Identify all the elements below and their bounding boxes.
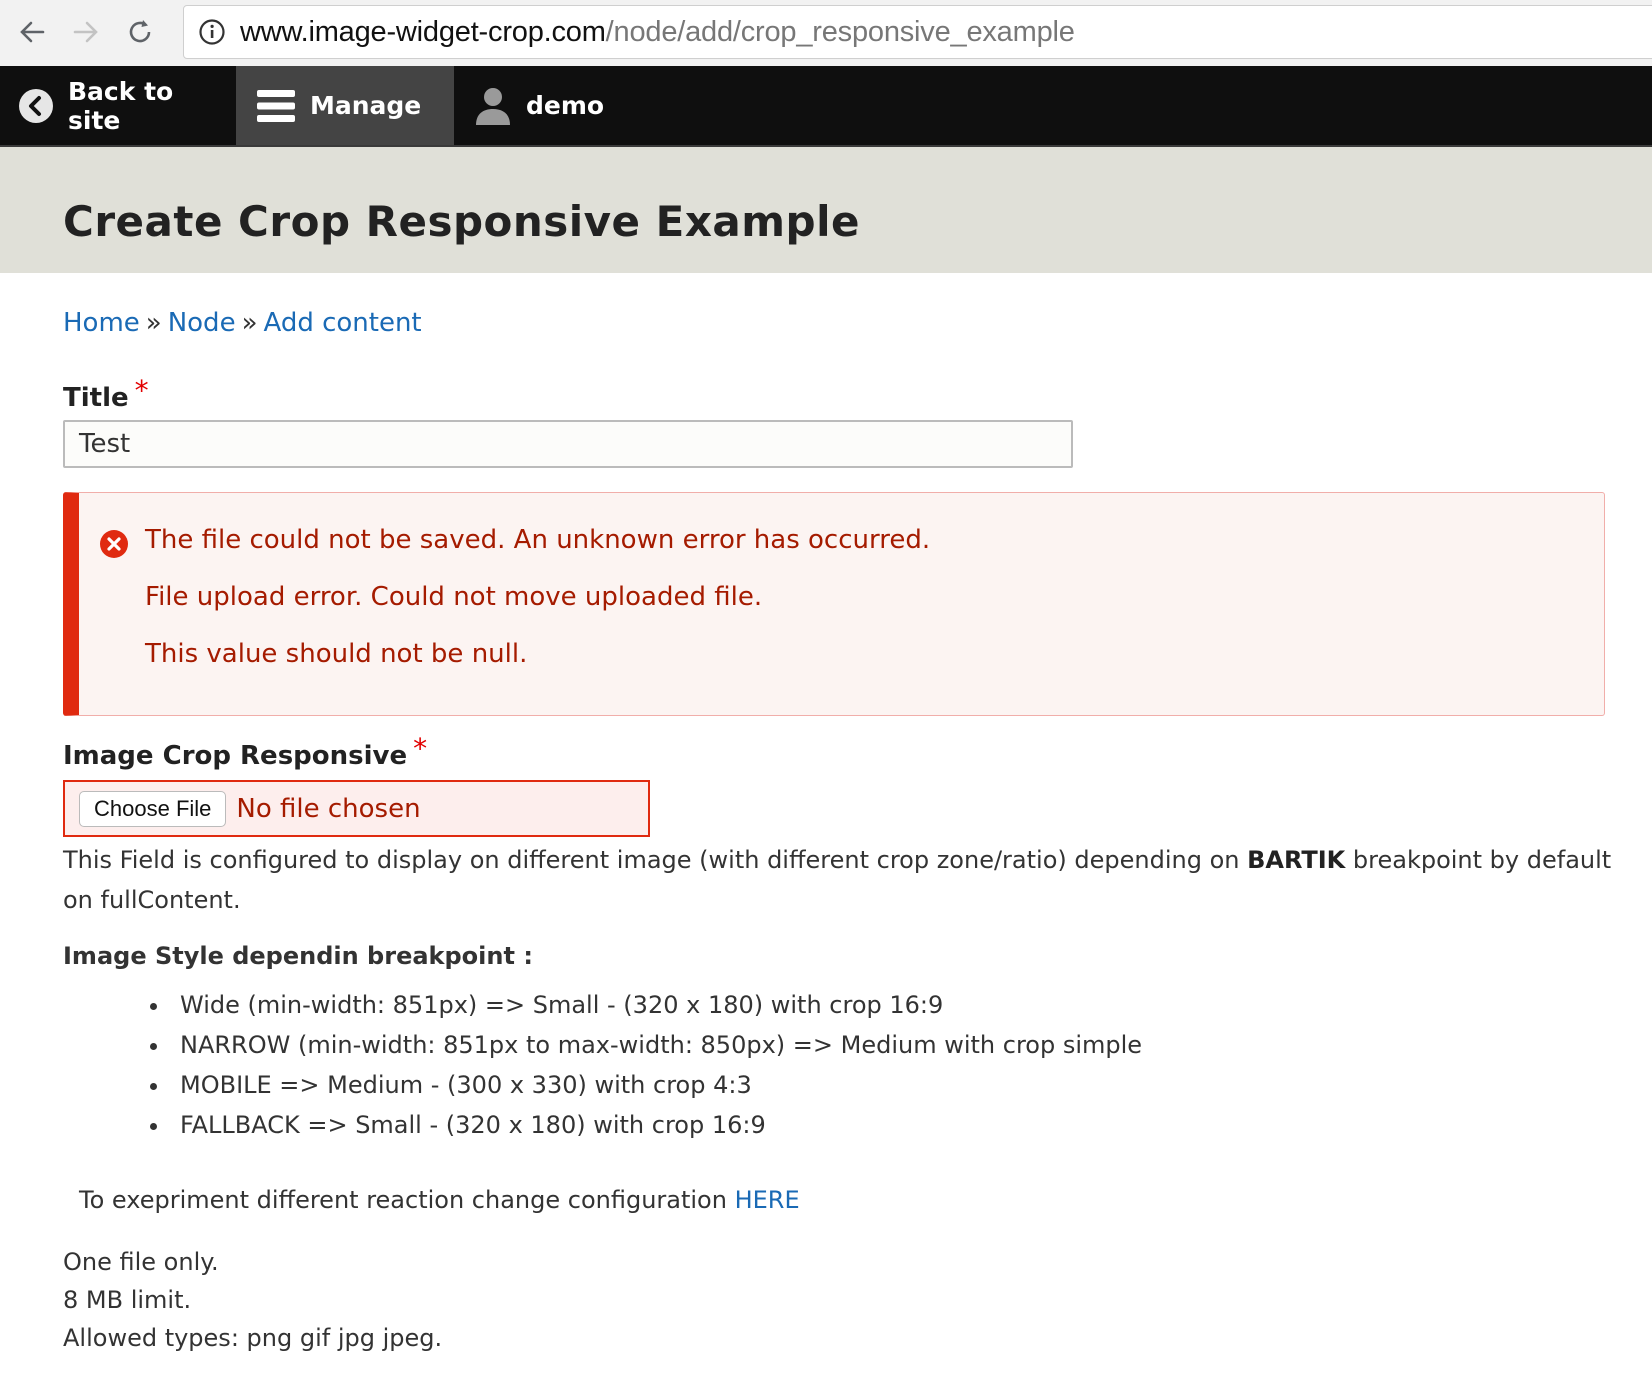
no-file-chosen-text: No file chosen (236, 793, 421, 824)
error-message: The file could not be saved. An unknown … (145, 525, 931, 555)
field-description: This Field is configured to display on d… (63, 840, 1623, 920)
here-link[interactable]: HERE (735, 1186, 800, 1214)
choose-file-button[interactable]: Choose File (79, 790, 227, 827)
list-item: Wide (min-width: 851px) => Small - (320 … (145, 985, 1142, 1025)
address-bar[interactable]: www.image-widget-crop.com/node/add/crop_… (183, 5, 1652, 59)
back-arrow-icon[interactable] (12, 12, 52, 52)
url-text: www.image-widget-crop.com/node/add/crop_… (240, 16, 1075, 49)
back-to-site-label: Back to site (68, 76, 174, 135)
error-message: File upload error. Could not move upload… (145, 582, 763, 612)
url-path: /node/add/crop_responsive_example (605, 15, 1075, 48)
list-item: MOBILE => Medium - (300 x 330) with crop… (145, 1065, 1142, 1105)
error-icon (99, 529, 129, 563)
forward-arrow-icon[interactable] (66, 12, 106, 52)
breakpoint-list: Wide (min-width: 851px) => Small - (320 … (145, 985, 1142, 1145)
user-menu[interactable]: demo (454, 66, 622, 145)
page-title: Create Crop Responsive Example (63, 197, 860, 246)
page-header: Create Crop Responsive Example (0, 147, 1652, 273)
url-host: www.image-widget-crop.com (240, 15, 606, 48)
help-one-file: One file only. (63, 1248, 219, 1276)
error-message-box: The file could not be saved. An unknown … (63, 492, 1605, 716)
breadcrumb-node[interactable]: Node (168, 308, 236, 338)
breadcrumb: Home» Node» Add content (63, 308, 422, 338)
back-to-site-link[interactable]: Back to site (0, 66, 236, 145)
browser-bar: www.image-widget-crop.com/node/add/crop_… (0, 0, 1652, 66)
image-field-label: Image Crop Responsive * (63, 732, 427, 771)
manage-tab[interactable]: Manage (236, 66, 454, 145)
help-allowed-types: Allowed types: png gif jpg jpeg. (63, 1324, 443, 1352)
breadcrumb-separator: » (145, 308, 162, 338)
help-size-limit: 8 MB limit. (63, 1286, 192, 1314)
description-bartik: BARTIK (1247, 846, 1346, 874)
title-input[interactable]: Test (63, 420, 1073, 468)
breadcrumb-separator: » (241, 308, 258, 338)
required-marker: * (134, 374, 149, 407)
required-marker: * (413, 732, 428, 765)
admin-toolbar: Back to site Manage demo (0, 66, 1652, 147)
user-icon (474, 86, 512, 126)
info-icon[interactable] (198, 18, 226, 46)
list-item: NARROW (min-width: 851px to max-width: 8… (145, 1025, 1142, 1065)
reload-icon[interactable] (120, 12, 160, 52)
file-upload-field: Choose File No file chosen (63, 780, 650, 837)
manage-label: Manage (310, 91, 422, 120)
image-label-text: Image Crop Responsive (63, 741, 408, 771)
error-message: This value should not be null. (145, 639, 528, 669)
experiment-note: To exepriment different reaction change … (79, 1186, 800, 1214)
chevron-left-circle-icon (18, 88, 54, 124)
list-item: FALLBACK => Small - (320 x 180) with cro… (145, 1105, 1142, 1145)
breadcrumb-add-content[interactable]: Add content (263, 308, 421, 338)
title-field-label: Title * (63, 374, 149, 413)
title-label-text: Title (63, 383, 129, 413)
description-intro: This Field is configured to display on d… (63, 846, 1248, 874)
user-label: demo (526, 91, 605, 120)
image-style-heading: Image Style dependin breakpoint : (63, 942, 533, 970)
experiment-text: To exepriment different reaction change … (79, 1186, 735, 1214)
hamburger-icon (256, 88, 296, 124)
breadcrumb-home[interactable]: Home (63, 308, 140, 338)
